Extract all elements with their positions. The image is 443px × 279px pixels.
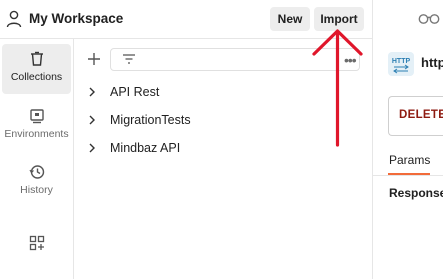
workspace-title[interactable]: My Workspace <box>29 10 123 28</box>
tabs-divider <box>373 175 443 176</box>
sidebar-item-label: Environments <box>4 128 69 140</box>
http-badge-text: HTTP <box>392 58 411 65</box>
more-options-icon[interactable]: ••• <box>344 52 357 68</box>
add-collection-icon[interactable] <box>86 51 102 67</box>
chevron-right-icon <box>89 143 95 153</box>
sidebar-item-collections[interactable]: Collections <box>2 44 71 94</box>
sidebar-item-history[interactable]: History <box>2 156 71 206</box>
environment-icon <box>29 109 44 124</box>
collection-name: API Rest <box>110 85 160 99</box>
sidebar-item-environments[interactable]: Environments <box>2 100 71 150</box>
filter-input[interactable] <box>110 48 360 71</box>
panel-divider <box>372 0 373 279</box>
response-label: Response <box>389 186 443 200</box>
user-icon <box>6 10 22 28</box>
collection-item[interactable]: API Rest <box>84 82 364 104</box>
tab-params[interactable]: Params <box>389 153 430 167</box>
new-button[interactable]: New <box>270 7 310 31</box>
sidebar-item-label: History <box>20 184 53 196</box>
collection-name: Mindbaz API <box>110 141 181 155</box>
import-button[interactable]: Import <box>314 7 364 31</box>
glasses-icon[interactable] <box>418 11 440 25</box>
sidebar-item-label: Collections <box>10 71 63 83</box>
collection-item[interactable]: MigrationTests <box>84 110 364 132</box>
http-request-icon: HTTP <box>388 52 414 76</box>
add-widgets-icon <box>29 235 44 251</box>
collection-name: MigrationTests <box>110 113 191 127</box>
trash-bin-icon <box>30 51 43 66</box>
collection-item[interactable]: Mindbaz API <box>84 138 364 160</box>
sidebar-item-add-widgets[interactable] <box>2 228 71 258</box>
chevron-right-icon <box>89 115 95 125</box>
sidebar-divider <box>73 39 74 279</box>
method-label: DELETE <box>399 109 443 121</box>
chevron-right-icon <box>89 87 95 97</box>
filter-icon <box>123 54 135 64</box>
history-clock-icon <box>28 165 44 179</box>
header-divider <box>0 38 372 39</box>
request-url-title[interactable]: http <box>421 55 443 70</box>
